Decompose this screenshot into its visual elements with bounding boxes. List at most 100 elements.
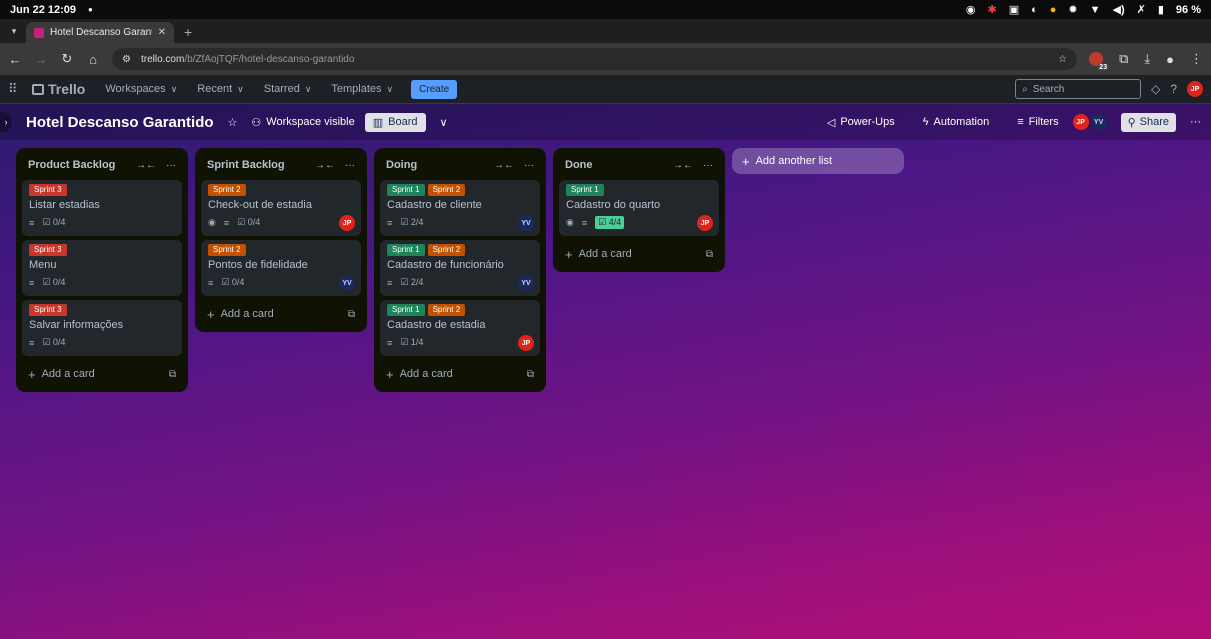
list-menu-icon[interactable]: ··· xyxy=(524,160,534,171)
add-card-button[interactable]: + Add a card ⧉ xyxy=(201,300,361,328)
card[interactable]: Sprint 2 Check-out de estadia ◉ ≡ ☑ 0/4 JP xyxy=(201,180,361,236)
os-clock[interactable]: Jun 22 12:09 xyxy=(10,4,76,16)
site-info-icon[interactable]: ⚙ xyxy=(122,54,131,65)
list-title[interactable]: Product Backlog xyxy=(28,159,115,171)
card-template-icon[interactable]: ⧉ xyxy=(706,249,713,260)
card-label[interactable]: Sprint 1 xyxy=(387,244,425,256)
volume-icon[interactable]: ◀) xyxy=(1113,3,1125,16)
view-switcher-chevron-icon[interactable]: ∨ xyxy=(440,116,448,129)
profile-icon[interactable]: ● xyxy=(1166,52,1174,67)
member-avatar[interactable]: YV xyxy=(1090,114,1107,130)
visibility-button[interactable]: ⚇ Workspace visible xyxy=(251,116,354,129)
card-member-avatar[interactable]: YV xyxy=(339,275,355,291)
tab-search-chevron-icon[interactable]: ▾ xyxy=(6,22,22,40)
tray-app-icon[interactable]: ✱ xyxy=(987,3,996,16)
app-switcher-icon[interactable]: ⠿ xyxy=(8,81,24,97)
card-member-avatar[interactable]: JP xyxy=(518,335,534,351)
list-header[interactable]: Done →← ··· xyxy=(559,154,719,176)
help-icon[interactable]: ? xyxy=(1170,82,1177,96)
url-bar[interactable]: ⚙ trello.com/b/ZfAojTQF/hotel-descanso-g… xyxy=(112,48,1078,70)
battery-icon[interactable]: ▮ xyxy=(1158,3,1164,16)
collapse-list-icon[interactable]: →← xyxy=(136,160,156,171)
new-tab-icon[interactable]: + xyxy=(184,24,192,40)
brightness-icon[interactable]: ✹ xyxy=(1068,3,1077,16)
trello-logo[interactable]: Trello xyxy=(32,81,85,97)
search-input[interactable]: ⌕ Search xyxy=(1015,79,1142,99)
card-label[interactable]: Sprint 3 xyxy=(29,304,67,316)
add-another-list-button[interactable]: + Add another list xyxy=(732,148,904,174)
card[interactable]: Sprint 1 Cadastro do quarto ◉ ≡ ☑ 4/4 JP xyxy=(559,180,719,236)
list-header[interactable]: Doing →← ··· xyxy=(380,154,540,176)
menu-recent[interactable]: Recent ∨ xyxy=(189,79,251,99)
list-title[interactable]: Done xyxy=(565,159,593,171)
list-title[interactable]: Doing xyxy=(386,159,417,171)
add-card-button[interactable]: + Add a card ⧉ xyxy=(559,240,719,268)
bookmark-star-icon[interactable]: ☆ xyxy=(1058,54,1067,65)
tray-chat-icon[interactable]: ▣ xyxy=(1009,3,1019,16)
card[interactable]: Sprint 2 Pontos de fidelidade ≡ ☑ 0/4 YV xyxy=(201,240,361,296)
board-view-button[interactable]: ▥ Board xyxy=(364,112,426,132)
notifications-icon[interactable]: ◇ xyxy=(1151,82,1160,96)
card-label[interactable]: Sprint 1 xyxy=(387,184,425,196)
add-card-button[interactable]: + Add a card ⧉ xyxy=(380,360,540,388)
reload-icon[interactable]: ↻ xyxy=(60,51,74,67)
power-ups-button[interactable]: ◁ Power-Ups xyxy=(827,116,895,129)
user-avatar[interactable]: JP xyxy=(1187,81,1203,97)
card-label[interactable]: Sprint 2 xyxy=(208,184,246,196)
browser-tab[interactable]: Hotel Descanso Garantido | ✕ xyxy=(26,22,174,43)
extension-icon[interactable]: 23 xyxy=(1089,52,1110,71)
card-label[interactable]: Sprint 1 xyxy=(387,304,425,316)
menu-workspaces[interactable]: Workspaces ∨ xyxy=(97,79,185,99)
board-menu-icon[interactable]: ··· xyxy=(1190,116,1201,128)
wifi-icon[interactable]: ▼ xyxy=(1090,4,1101,16)
list-header[interactable]: Sprint Backlog →← ··· xyxy=(201,154,361,176)
card[interactable]: Sprint 1 Sprint 2 Cadastro de funcionário ≡… xyxy=(380,240,540,296)
back-icon[interactable]: ← xyxy=(8,52,22,67)
collapse-list-icon[interactable]: →← xyxy=(315,160,335,171)
collapse-list-icon[interactable]: →← xyxy=(494,160,514,171)
filters-button[interactable]: ≡ Filters xyxy=(1017,116,1058,128)
card-label[interactable]: Sprint 1 xyxy=(566,184,604,196)
list-header[interactable]: Product Backlog →← ··· xyxy=(22,154,182,176)
list-menu-icon[interactable]: ··· xyxy=(703,160,713,171)
card-member-avatar[interactable]: JP xyxy=(339,215,355,231)
discord-icon[interactable]: ◉ xyxy=(966,3,976,16)
star-board-icon[interactable]: ☆ xyxy=(228,116,238,129)
card-label[interactable]: Sprint 2 xyxy=(427,304,466,316)
download-icon[interactable]: ⤓ xyxy=(1144,51,1150,67)
close-tab-icon[interactable]: ✕ xyxy=(158,27,166,38)
card-member-avatar[interactable]: YV xyxy=(518,215,534,231)
card-label[interactable]: Sprint 3 xyxy=(29,244,67,256)
tray-coin-icon[interactable]: ● xyxy=(1050,4,1057,16)
share-button[interactable]: ⚲ Share xyxy=(1120,112,1176,132)
sidebar-expand-icon[interactable]: › xyxy=(0,112,12,132)
list-title[interactable]: Sprint Backlog xyxy=(207,159,285,171)
collapse-list-icon[interactable]: →← xyxy=(673,160,693,171)
menu-templates[interactable]: Templates ∨ xyxy=(323,79,401,99)
list-menu-icon[interactable]: ··· xyxy=(345,160,355,171)
bluetooth-icon[interactable]: ✗ xyxy=(1137,3,1146,16)
card[interactable]: Sprint 3 Salvar informações ≡ ☑ 0/4 xyxy=(22,300,182,356)
create-button[interactable]: Create xyxy=(411,79,458,99)
card[interactable]: Sprint 1 Sprint 2 Cadastro de estadia ≡ ☑ 1/… xyxy=(380,300,540,356)
browser-menu-icon[interactable]: ⋮ xyxy=(1190,51,1203,67)
card-label[interactable]: Sprint 2 xyxy=(208,244,246,256)
card[interactable]: Sprint 3 Listar estadias ≡ ☑ 0/4 xyxy=(22,180,182,236)
card-member-avatar[interactable]: JP xyxy=(697,215,713,231)
card[interactable]: Sprint 3 Menu ≡ ☑ 0/4 xyxy=(22,240,182,296)
extensions-puzzle-icon[interactable]: ⧉ xyxy=(1119,51,1128,67)
card-label[interactable]: Sprint 2 xyxy=(427,184,466,196)
home-icon[interactable]: ⌂ xyxy=(86,52,100,67)
automation-button[interactable]: ϟ Automation xyxy=(923,116,989,128)
forward-icon[interactable]: → xyxy=(34,52,48,67)
steam-icon[interactable]: ◐ xyxy=(1031,4,1038,16)
card-label[interactable]: Sprint 2 xyxy=(427,244,466,256)
card-template-icon[interactable]: ⧉ xyxy=(348,309,355,320)
menu-starred[interactable]: Starred ∨ xyxy=(256,79,320,99)
board-title[interactable]: Hotel Descanso Garantido xyxy=(26,114,214,131)
add-card-button[interactable]: + Add a card ⧉ xyxy=(22,360,182,388)
card-label[interactable]: Sprint 3 xyxy=(29,184,67,196)
card[interactable]: Sprint 1 Sprint 2 Cadastro de cliente ≡ ☑ 2/… xyxy=(380,180,540,236)
card-template-icon[interactable]: ⧉ xyxy=(527,369,534,380)
member-avatar[interactable]: JP xyxy=(1072,114,1089,130)
